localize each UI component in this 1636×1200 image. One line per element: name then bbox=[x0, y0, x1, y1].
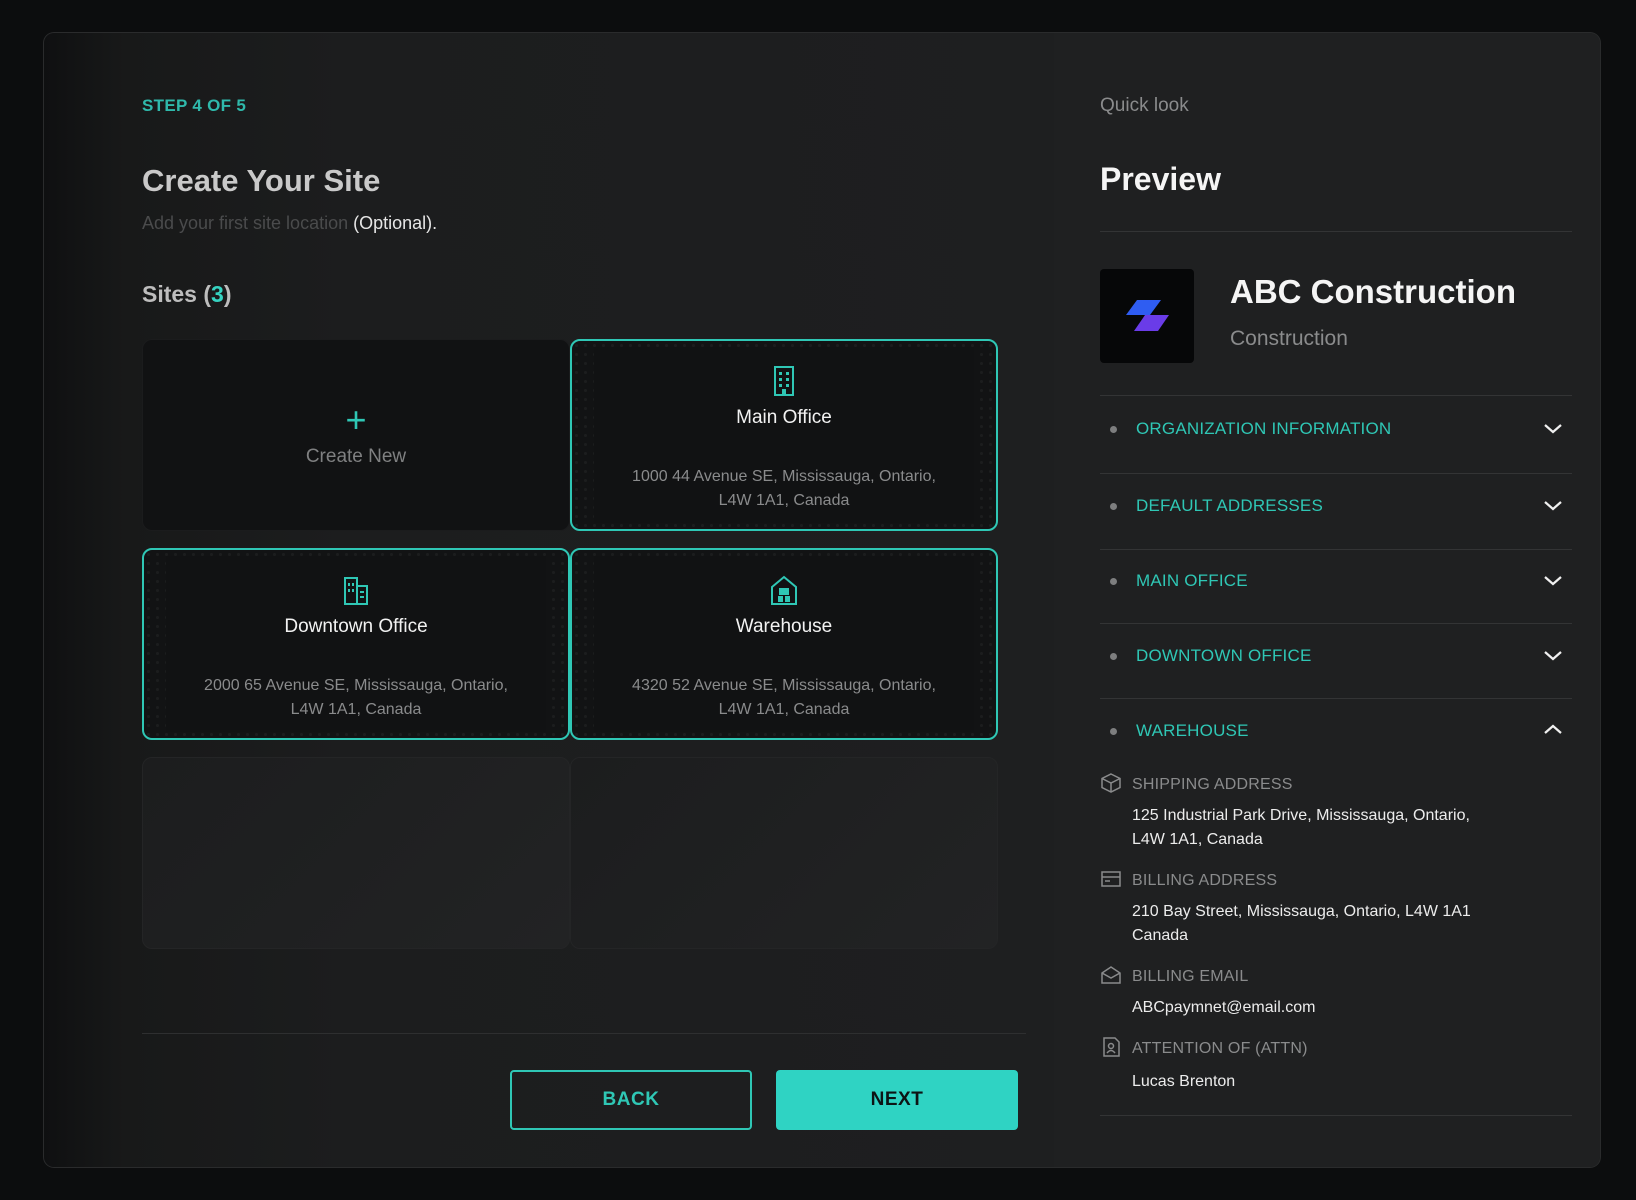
plus-icon: + bbox=[345, 399, 367, 440]
divider bbox=[1100, 473, 1572, 474]
site-address-line2: L4W 1A1, Canada bbox=[290, 701, 422, 718]
chevron-up-icon bbox=[1544, 724, 1562, 734]
billing-address-value: 210 Bay Street, Mississauga, Ontario, L4… bbox=[1132, 900, 1512, 948]
chevron-down-icon bbox=[1544, 651, 1562, 661]
accordion-organization-information[interactable]: ORGANIZATION INFORMATION bbox=[1100, 411, 1572, 451]
accordion-downtown-office[interactable]: DOWNTOWN OFFICE bbox=[1100, 638, 1572, 678]
attention-of-label: ATTENTION OF (ATTN) bbox=[1132, 1040, 1308, 1057]
accordion-warehouse[interactable]: WAREHOUSE bbox=[1100, 713, 1572, 753]
site-name: Warehouse bbox=[735, 616, 833, 637]
bullet-dot bbox=[1110, 426, 1117, 433]
attention-of-value: Lucas Brenton bbox=[1132, 1073, 1236, 1090]
shipping-address-line2: L4W 1A1, Canada bbox=[1132, 831, 1263, 848]
step-indicator: STEP 4 OF 5 bbox=[142, 96, 247, 115]
office-buildings-icon bbox=[344, 577, 368, 605]
chevron-down-icon bbox=[1544, 501, 1562, 511]
organization-name: ABC Construction bbox=[1230, 273, 1516, 310]
preview-title: Preview bbox=[1100, 161, 1221, 197]
next-button[interactable]: NEXT bbox=[776, 1070, 1018, 1130]
page-subtitle: Add your first site location (Optional). bbox=[142, 213, 437, 234]
site-card-downtown-office[interactable]: Downtown Office 2000 65 Avenue SE, Missi… bbox=[142, 548, 570, 740]
site-address-line1: 4320 52 Avenue SE, Mississauga, Ontario, bbox=[632, 677, 936, 694]
bullet-dot bbox=[1110, 503, 1117, 510]
site-address-line2: L4W 1A1, Canada bbox=[718, 701, 850, 718]
organization-type: Construction bbox=[1230, 327, 1348, 350]
site-address: 2000 65 Avenue SE, Mississauga, Ontario,… bbox=[184, 674, 528, 722]
divider bbox=[1100, 549, 1572, 550]
shipping-address-value: 125 Industrial Park Drive, Mississauga, … bbox=[1132, 804, 1512, 852]
mail-open-icon bbox=[1101, 966, 1121, 984]
package-icon bbox=[1101, 773, 1121, 793]
sites-count-open: ( bbox=[203, 281, 212, 307]
accordion-label: WAREHOUSE bbox=[1136, 721, 1249, 740]
billing-address-line1: 210 Bay Street, Mississauga, Ontario, L4… bbox=[1132, 903, 1471, 920]
site-address: 4320 52 Avenue SE, Mississauga, Ontario,… bbox=[612, 674, 956, 722]
site-name: Downtown Office bbox=[284, 616, 428, 637]
accordion-label: ORGANIZATION INFORMATION bbox=[1136, 419, 1392, 438]
quick-look-label: Quick look bbox=[1100, 95, 1189, 116]
empty-site-slot bbox=[570, 757, 998, 949]
site-address-line1: 2000 65 Avenue SE, Mississauga, Ontario, bbox=[204, 677, 508, 694]
bullet-dot bbox=[1110, 578, 1117, 585]
building-icon bbox=[774, 366, 794, 396]
sites-heading: Sites (3) bbox=[142, 281, 232, 308]
billing-email-label: BILLING EMAIL bbox=[1132, 968, 1249, 985]
optional-label: (Optional). bbox=[353, 213, 438, 233]
billing-email-value: ABCpaymnet@email.com bbox=[1132, 999, 1316, 1016]
subtitle-text: Add your first site location bbox=[142, 213, 349, 233]
contact-card-icon bbox=[1103, 1037, 1120, 1057]
footer-divider bbox=[142, 1033, 1026, 1034]
shipping-address-line1: 125 Industrial Park Drive, Mississauga, … bbox=[1132, 807, 1470, 824]
accordion-main-office[interactable]: MAIN OFFICE bbox=[1100, 563, 1572, 603]
site-card-main-office[interactable]: Main Office 1000 44 Avenue SE, Mississau… bbox=[570, 339, 998, 531]
warehouse-icon bbox=[771, 575, 797, 605]
site-name: Main Office bbox=[736, 407, 832, 428]
sites-label: Sites bbox=[142, 281, 197, 307]
chevron-down-icon bbox=[1544, 424, 1562, 434]
preview-panel: Quick look Preview ABC Construction Cons… bbox=[1054, 33, 1600, 1167]
company-logo bbox=[1100, 269, 1194, 363]
create-new-label: Create New bbox=[305, 446, 407, 467]
billing-address-label: BILLING ADDRESS bbox=[1132, 872, 1278, 889]
shipping-address-label: SHIPPING ADDRESS bbox=[1132, 776, 1293, 793]
billing-address-line2: Canada bbox=[1132, 927, 1189, 944]
wizard-window: STEP 4 OF 5 Create Your Site Add your fi… bbox=[44, 33, 1600, 1167]
credit-card-icon bbox=[1101, 871, 1121, 887]
site-address: 1000 44 Avenue SE, Mississauga, Ontario,… bbox=[612, 465, 956, 513]
site-address-line1: 1000 44 Avenue SE, Mississauga, Ontario, bbox=[632, 468, 936, 485]
back-button[interactable]: BACK bbox=[510, 1070, 752, 1130]
chevron-down-icon bbox=[1544, 576, 1562, 586]
divider bbox=[1100, 623, 1572, 624]
empty-site-slot bbox=[142, 757, 570, 949]
accordion-default-addresses[interactable]: DEFAULT ADDRESSES bbox=[1100, 488, 1572, 528]
divider bbox=[1100, 698, 1572, 699]
divider bbox=[1100, 1115, 1572, 1116]
bullet-dot bbox=[1110, 728, 1117, 735]
divider bbox=[1100, 231, 1572, 232]
sites-count-close: ) bbox=[223, 281, 232, 307]
accordion-label: DOWNTOWN OFFICE bbox=[1136, 646, 1312, 665]
divider bbox=[1100, 395, 1572, 396]
bullet-dot bbox=[1110, 653, 1117, 660]
sites-count: 3 bbox=[211, 281, 224, 307]
page-title: Create Your Site bbox=[142, 163, 381, 198]
logo-mark-icon bbox=[1126, 300, 1169, 331]
accordion-label: MAIN OFFICE bbox=[1136, 571, 1248, 590]
site-form-panel: STEP 4 OF 5 Create Your Site Add your fi… bbox=[44, 33, 1054, 1167]
accordion-label: DEFAULT ADDRESSES bbox=[1136, 496, 1323, 515]
site-card-warehouse[interactable]: Warehouse 4320 52 Avenue SE, Mississauga… bbox=[570, 548, 998, 740]
site-address-line2: L4W 1A1, Canada bbox=[718, 492, 850, 509]
create-new-site-card[interactable]: + Create New bbox=[142, 339, 570, 531]
